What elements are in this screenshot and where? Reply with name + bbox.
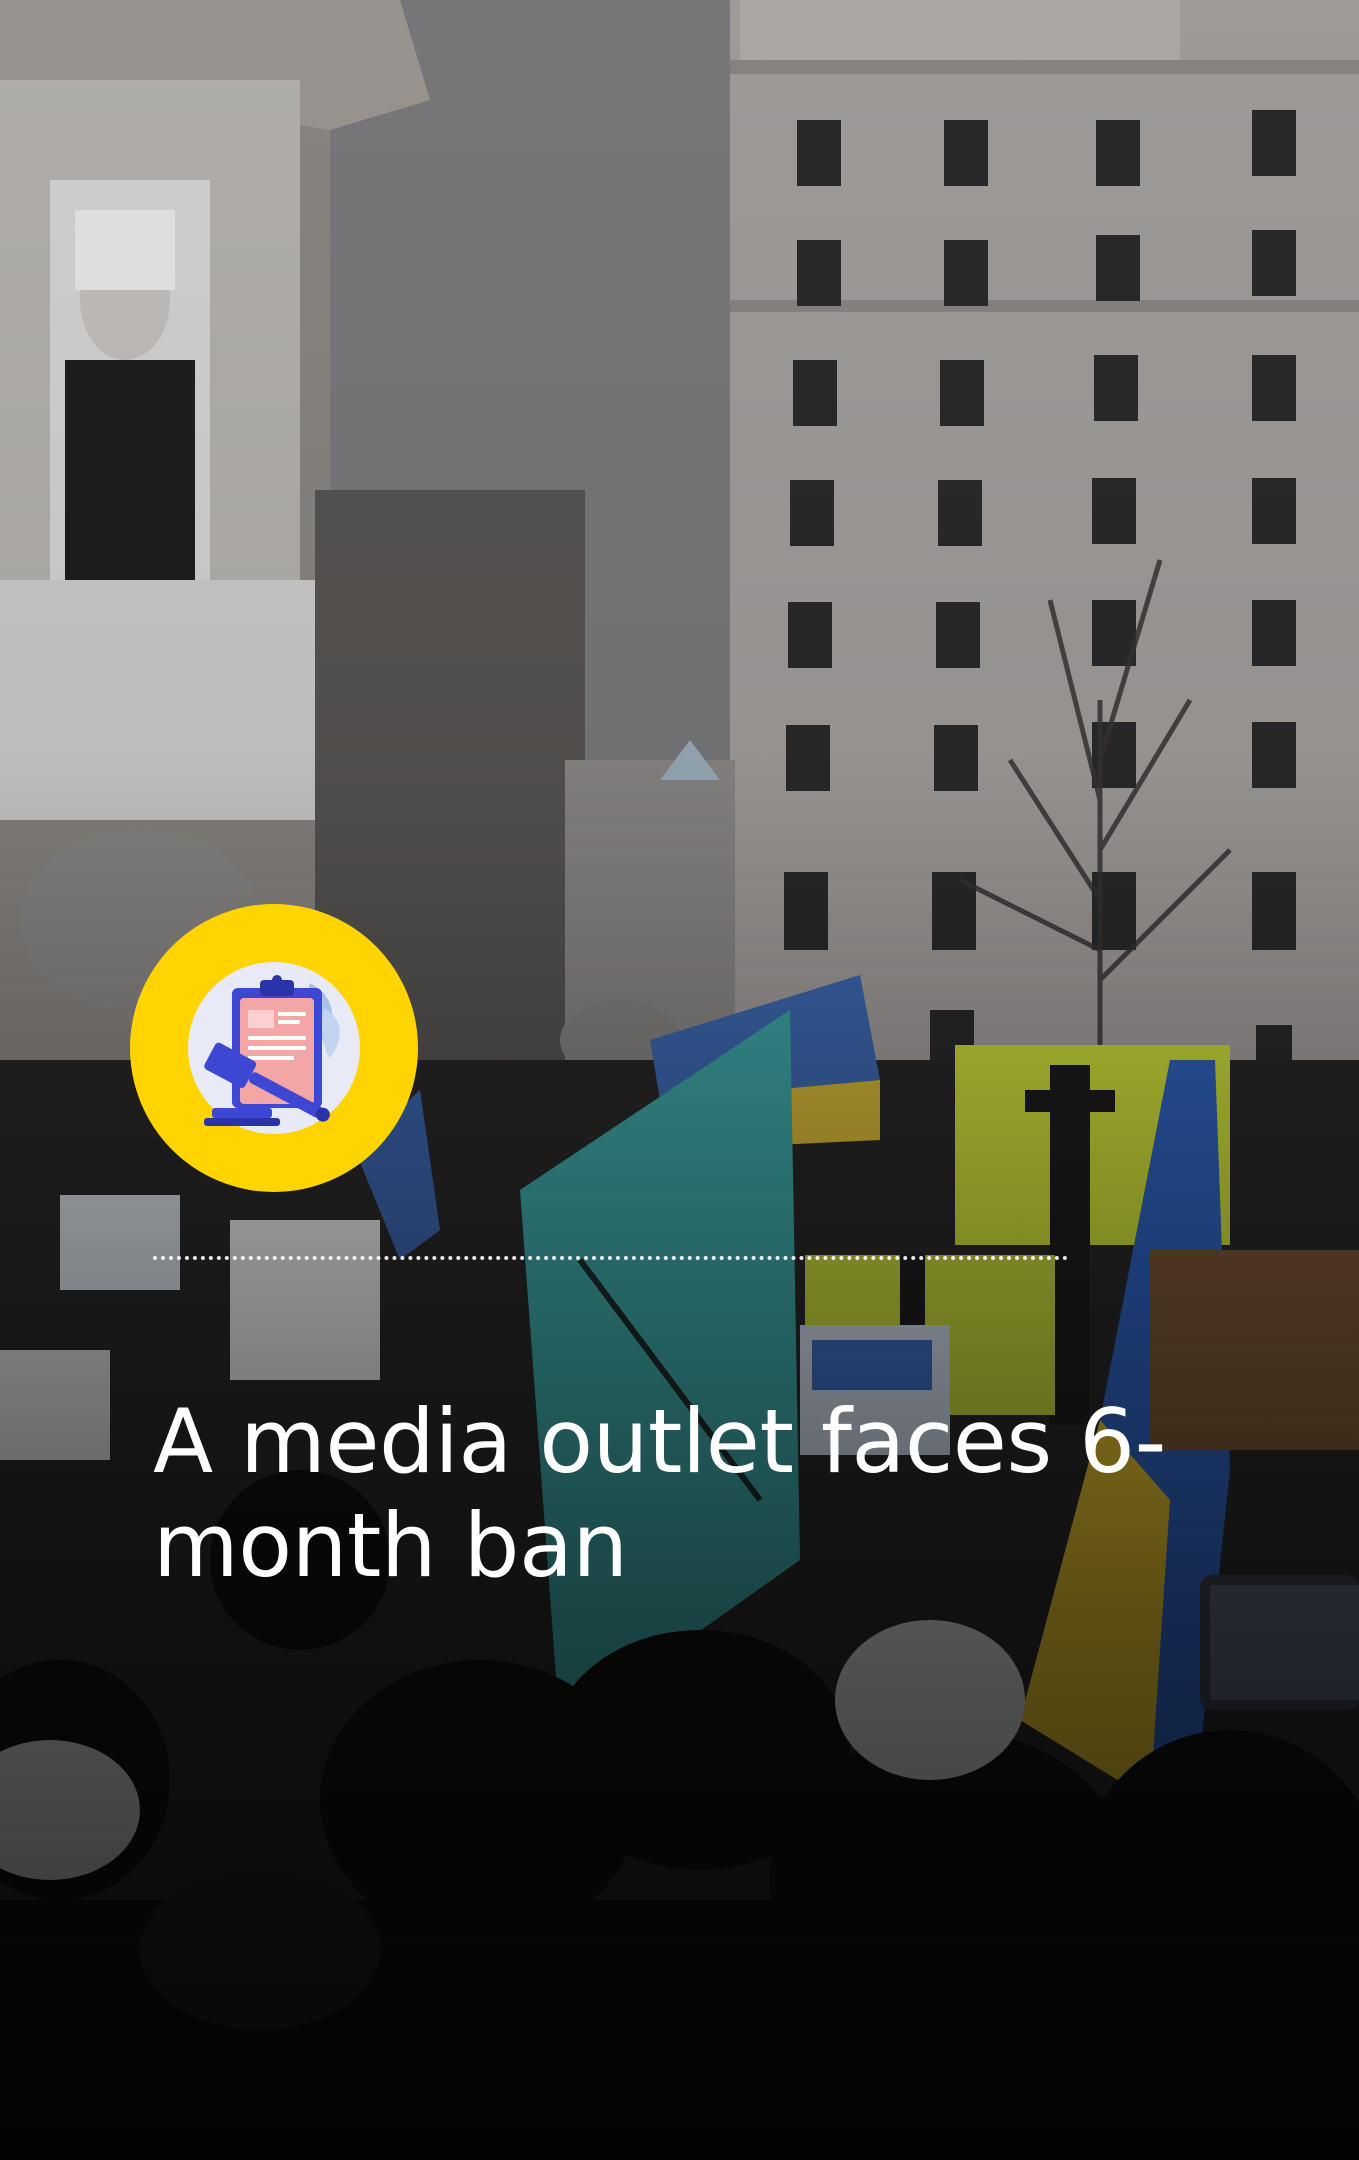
story-page: A media outlet faces 6-month ban: [0, 0, 1359, 2160]
badge-circle: [130, 904, 418, 1192]
dotted-divider: [153, 1256, 1068, 1260]
gavel-clipboard-icon: [188, 962, 360, 1134]
headline: A media outlet faces 6-month ban: [153, 1390, 1166, 1597]
